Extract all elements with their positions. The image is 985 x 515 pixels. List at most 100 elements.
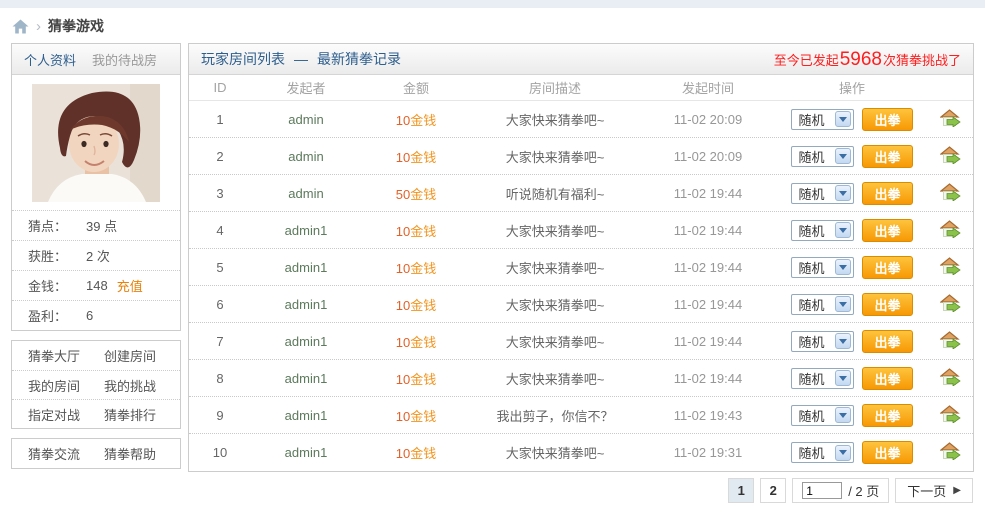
enter-room-icon[interactable]	[938, 442, 961, 463]
punch-button[interactable]: 出拳	[862, 107, 913, 131]
room-list-header: 玩家房间列表 — 最新猜拳记录 至今已发起 5968 次猜拳挑战了	[189, 44, 973, 75]
stat-value: 148	[86, 278, 108, 293]
tab-personal-profile[interactable]: 个人资料	[24, 50, 76, 69]
stat-guess-points: 猜点： 39 点	[12, 210, 180, 240]
page-number-input[interactable]	[802, 482, 843, 499]
gesture-select[interactable]: 随机	[791, 219, 855, 241]
menu-link-rps-help[interactable]: 猜拳帮助	[104, 444, 156, 463]
punch-button[interactable]: 出拳	[862, 292, 913, 316]
gesture-select[interactable]: 随机	[791, 108, 855, 130]
room-operations: 随机 出拳	[777, 181, 927, 205]
punch-button[interactable]: 出拳	[862, 255, 913, 279]
menu-link-rps-forum[interactable]: 猜拳交流	[28, 444, 104, 463]
gesture-select[interactable]: 随机	[791, 330, 855, 352]
punch-button[interactable]: 出拳	[862, 218, 913, 242]
enter-room-icon[interactable]	[938, 330, 961, 352]
enter-room-icon[interactable]	[938, 182, 961, 204]
punch-button[interactable]: 出拳	[862, 366, 913, 390]
recharge-link[interactable]: 充值	[117, 276, 143, 295]
enter-room-icon[interactable]	[938, 367, 961, 389]
gesture-select[interactable]: 随机	[791, 145, 855, 167]
enter-room-icon[interactable]	[938, 145, 961, 167]
punch-button[interactable]: 出拳	[862, 144, 913, 168]
menu-link-designated-battle[interactable]: 指定对战	[28, 405, 104, 424]
menu-link-my-challenges[interactable]: 我的挑战	[104, 376, 156, 395]
profile-stats: 猜点： 39 点 获胜： 2 次 金钱： 148 充值 盈利： 6	[12, 210, 180, 330]
room-operations: 随机 出拳	[777, 292, 927, 316]
breadcrumb: › 猜拳游戏	[0, 8, 985, 43]
amount-number: 10	[395, 408, 411, 424]
amount-number: 50	[395, 186, 411, 202]
amount-number: 10	[395, 260, 411, 276]
page-button-2[interactable]: 2	[760, 478, 787, 503]
room-id: 7	[216, 333, 224, 349]
gesture-select[interactable]: 随机	[791, 182, 855, 204]
gesture-select[interactable]: 随机	[791, 367, 855, 389]
table-row: 6 admin1 10金钱 大家快来猜拳吧~ 11-02 19:44 随机 出拳	[189, 286, 973, 323]
room-start-time: 11-02 19:44	[673, 296, 743, 312]
room-initiator: admin1	[284, 407, 328, 423]
profile-tabs: 个人资料 我的待战房	[12, 44, 180, 75]
sidebar: 个人资料 我的待战房 猜点： 39 点 获胜： 2 次 金钱： 148 充值 盈…	[11, 43, 181, 469]
punch-button[interactable]: 出拳	[862, 441, 913, 464]
gesture-select-value: 随机	[798, 371, 825, 387]
menu-link-rps-hall[interactable]: 猜拳大厅	[28, 346, 104, 365]
enter-room-icon[interactable]	[938, 404, 961, 426]
page-title: 猜拳游戏	[48, 18, 104, 34]
enter-room-icon[interactable]	[938, 256, 961, 278]
room-description: 大家快来猜拳吧~	[505, 223, 605, 239]
amount-number: 10	[395, 223, 411, 239]
room-initiator: admin	[288, 111, 324, 127]
room-operations: 随机 出拳	[777, 218, 927, 242]
enter-room-icon[interactable]	[938, 219, 961, 241]
amount-number: 10	[395, 334, 411, 350]
room-id: 6	[216, 296, 224, 312]
amount-number: 10	[395, 297, 411, 313]
amount-unit: 金钱	[410, 408, 437, 424]
stat-value: 39 点	[86, 219, 118, 234]
page-button-1[interactable]: 1	[728, 478, 755, 503]
room-amount: 10金钱	[361, 332, 471, 351]
table-row: 2 admin 10金钱 大家快来猜拳吧~ 11-02 20:09 随机 出拳	[189, 138, 973, 175]
home-icon[interactable]	[12, 19, 29, 34]
gesture-select[interactable]: 随机	[791, 442, 855, 463]
enter-room-icon[interactable]	[938, 108, 961, 130]
room-initiator: admin1	[284, 370, 328, 386]
table-body: 1 admin 10金钱 大家快来猜拳吧~ 11-02 20:09 随机 出拳	[189, 101, 973, 471]
gesture-select-value: 随机	[798, 149, 825, 165]
chevron-down-icon	[835, 259, 852, 275]
room-initiator: admin	[288, 148, 324, 164]
punch-button[interactable]: 出拳	[862, 329, 913, 353]
gesture-select[interactable]: 随机	[791, 256, 855, 278]
room-enter-cell	[927, 108, 973, 130]
room-list-title: 玩家房间列表	[201, 51, 285, 67]
room-start-time: 11-02 19:44	[673, 333, 743, 349]
gesture-select[interactable]: 随机	[791, 293, 855, 315]
room-id: 2	[216, 148, 224, 164]
punch-button[interactable]: 出拳	[862, 403, 913, 427]
gesture-select-value: 随机	[798, 408, 825, 424]
room-description: 大家快来猜拳吧~	[505, 297, 605, 313]
gesture-select-value: 随机	[798, 297, 825, 313]
chevron-down-icon	[835, 296, 852, 312]
amount-number: 10	[395, 149, 411, 165]
next-page-button[interactable]: 下一页 ▶	[895, 478, 973, 503]
punch-button[interactable]: 出拳	[862, 181, 913, 205]
latest-records-link[interactable]: 最新猜拳记录	[317, 49, 401, 69]
tab-my-waiting-rooms[interactable]: 我的待战房	[92, 50, 157, 69]
pagination: 1 2 / 2 页 下一页 ▶	[188, 472, 974, 503]
stat-profit: 盈利： 6	[12, 300, 180, 330]
chevron-down-icon	[835, 407, 852, 423]
chevron-down-icon	[835, 148, 852, 164]
room-amount: 10金钱	[361, 147, 471, 166]
menu-row: 指定对战 猜拳排行	[12, 399, 180, 428]
menu-link-my-rooms[interactable]: 我的房间	[28, 376, 104, 395]
room-id: 1	[216, 111, 224, 127]
menu-link-rps-ranking[interactable]: 猜拳排行	[104, 405, 156, 424]
menu-link-create-room[interactable]: 创建房间	[104, 346, 156, 365]
table-row: 5 admin1 10金钱 大家快来猜拳吧~ 11-02 19:44 随机 出拳	[189, 249, 973, 286]
enter-room-icon[interactable]	[938, 293, 961, 315]
room-start-time: 11-02 19:44	[673, 185, 743, 201]
room-enter-cell	[927, 256, 973, 278]
gesture-select[interactable]: 随机	[791, 404, 855, 426]
